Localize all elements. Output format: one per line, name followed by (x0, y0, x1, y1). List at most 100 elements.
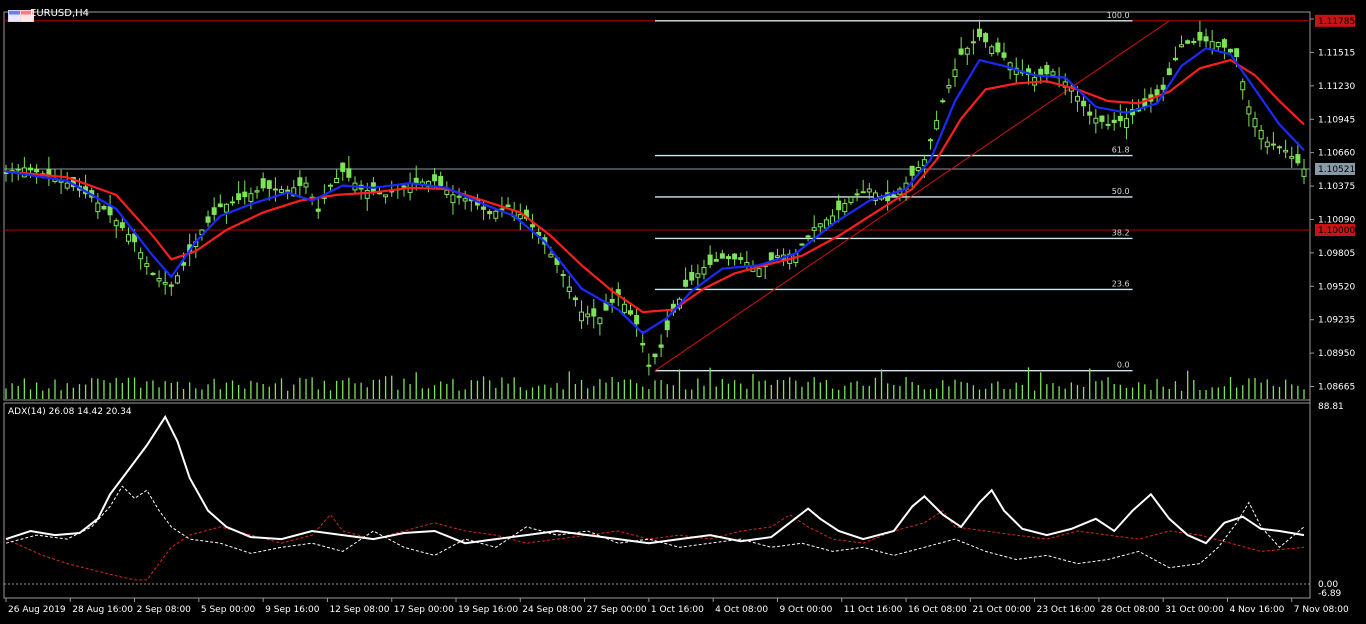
candle-body (1099, 115, 1105, 122)
candle-body (848, 196, 854, 204)
candle-body (364, 189, 370, 199)
candle-body (934, 120, 940, 130)
price-tick-label: 1.09805 (1318, 249, 1355, 259)
candle-body (1289, 156, 1295, 159)
time-tick-label: 28 Aug 16:00 (72, 605, 133, 615)
candle-body (1197, 31, 1203, 41)
time-tick-label: 19 Sep 16:00 (458, 605, 518, 615)
candle-body (732, 253, 738, 260)
candle-body (628, 310, 634, 315)
candle-body (1160, 84, 1166, 90)
time-tick-label: 16 Oct 08:00 (908, 605, 967, 615)
candle-body (940, 100, 946, 103)
chart-canvas[interactable]: 100.061.850.038.223.60.01.118001.115151.… (0, 0, 1366, 620)
adx-indicator-label: ADX(14) 26.08 14.42 20.34 (8, 407, 132, 417)
price-tick-label: 1.11230 (1318, 82, 1355, 92)
fib-level-label: 38.2 (1112, 228, 1130, 237)
candle-body (1277, 146, 1283, 149)
candle-body (125, 234, 131, 242)
candle-body (1228, 48, 1234, 53)
adx-series-minus-di-line (5, 509, 1305, 581)
candle-body (683, 279, 689, 287)
candle-body (168, 284, 174, 287)
candle-body (977, 28, 982, 38)
adx-series-adx-line (5, 414, 1305, 545)
symbol-timeframe-label: EURUSD,H4 (30, 8, 90, 19)
candle-body (995, 42, 1001, 53)
moving-average-slow-line (5, 58, 1305, 314)
candle-body (517, 213, 523, 220)
candle-body (487, 210, 493, 215)
candle-body (640, 342, 646, 346)
candle-body (646, 364, 652, 367)
candle-body (952, 69, 958, 77)
candle-body (1203, 36, 1209, 42)
candle-body (456, 195, 462, 198)
candle-body (964, 47, 970, 55)
time-tick-label: 21 Oct 00:00 (972, 605, 1031, 615)
candle-body (95, 202, 101, 213)
time-tick-label: 11 Oct 16:00 (844, 605, 903, 615)
candle-body (566, 286, 572, 292)
candle-body (334, 177, 340, 184)
candle-body (713, 259, 719, 262)
moving-average-fast-line (5, 47, 1305, 335)
candle-body (1252, 118, 1258, 128)
candle-body (664, 320, 670, 331)
candle-body (842, 202, 848, 213)
candle-body (438, 175, 444, 186)
candle-body (493, 210, 499, 219)
candle-body (866, 188, 872, 193)
candle-body (1221, 39, 1227, 48)
candle-body (621, 303, 627, 313)
candle-body (658, 344, 664, 348)
candle-body (548, 253, 554, 258)
candle-body (444, 189, 450, 196)
price-tick-label: 1.08950 (1318, 349, 1355, 359)
adx-pane-border (3, 402, 1311, 599)
candle-body (248, 193, 254, 202)
time-tick-label: 24 Sep 08:00 (522, 605, 582, 615)
candle-body (1258, 129, 1264, 140)
fib-trendline[interactable] (654, 20, 1170, 372)
candle-body (530, 224, 536, 228)
candle-body (958, 48, 964, 55)
time-tick-label: 2 Sep 08:00 (137, 605, 192, 615)
candle-body (242, 191, 248, 198)
candle-body (383, 194, 389, 198)
candle-body (1123, 118, 1129, 129)
candle-body (1191, 40, 1197, 43)
candle-body (970, 41, 976, 44)
candle-body (138, 252, 144, 260)
candle-body (774, 255, 780, 258)
candle-body (915, 167, 921, 172)
candle-body (1301, 168, 1307, 177)
candle-body (1215, 41, 1221, 48)
candle-body (756, 268, 762, 277)
candle-body (1166, 68, 1172, 76)
top-level-price-badge-text: 1.11785 (1318, 17, 1355, 27)
price-tick-label: 1.10375 (1318, 182, 1355, 192)
candle-body (1234, 48, 1240, 58)
adx-tick-label: -6.89 (1318, 589, 1342, 599)
candle-body (401, 185, 407, 188)
candle-body (652, 353, 658, 358)
time-tick-label: 4 Nov 16:00 (1229, 605, 1284, 615)
candle-body (1154, 89, 1160, 96)
candle-body (768, 252, 774, 261)
candle-body (211, 207, 217, 215)
candle-body (1093, 117, 1099, 124)
candle-body (328, 184, 333, 187)
candle-body (695, 273, 701, 278)
time-tick-label: 26 Aug 2019 (8, 605, 66, 615)
chart-window: EURUSD,H4 100.061.850.038.223.60.01.1180… (0, 0, 1366, 620)
candle-body (560, 274, 566, 277)
candle-body (303, 182, 309, 188)
candle-body (1246, 106, 1252, 115)
candle-body (591, 308, 597, 317)
candle-body (1264, 141, 1270, 148)
candle-body (719, 253, 725, 259)
mid-level-price-badge-text: 1.10000 (1318, 226, 1355, 236)
candle-body (1111, 119, 1117, 124)
candle-body (1172, 57, 1178, 61)
